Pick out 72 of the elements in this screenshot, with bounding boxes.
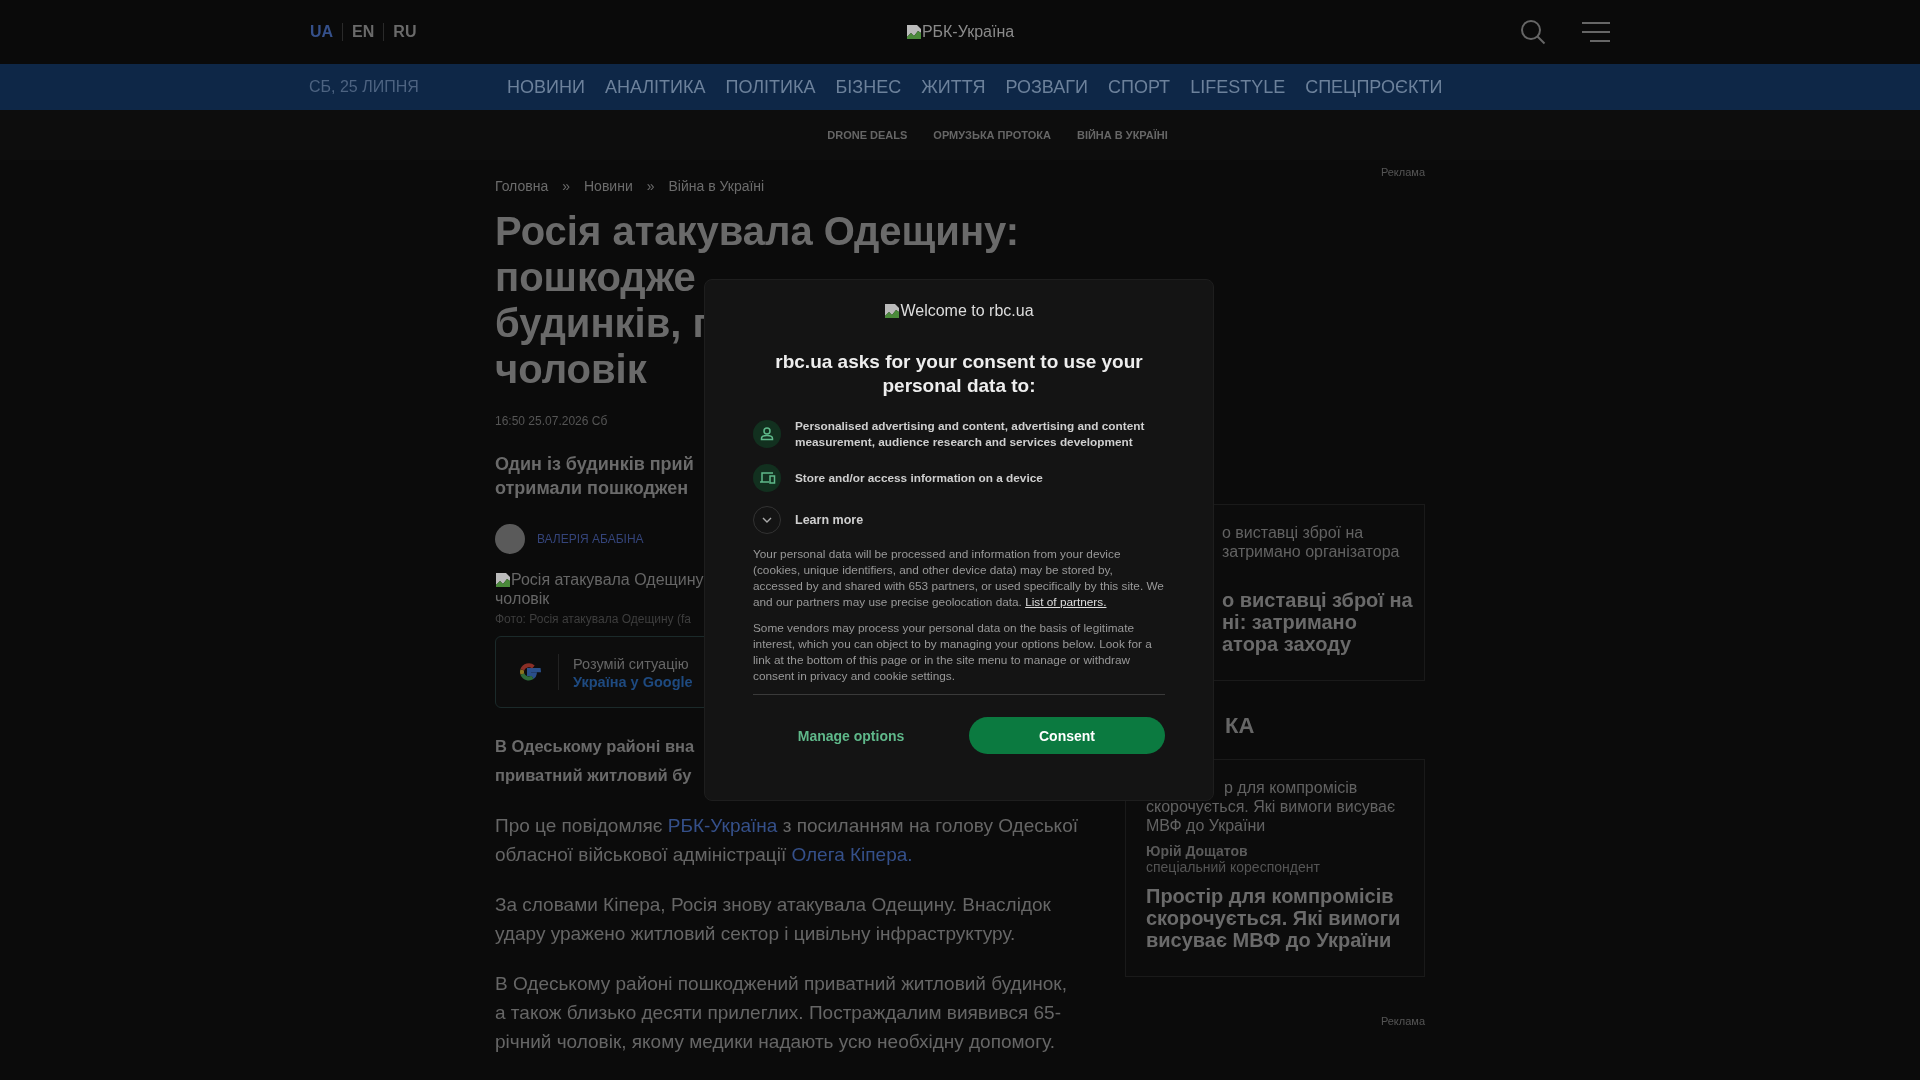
ad-label: Реклама xyxy=(1379,1015,1425,1027)
breadcrumb-separator: » xyxy=(562,178,570,194)
section-title: КА xyxy=(1225,713,1255,739)
broken-image-icon xyxy=(905,24,922,40)
topic-link[interactable]: ВІЙНА В УКРАЇНІ xyxy=(1076,129,1168,141)
article-title-line: пошкодже xyxy=(495,254,696,300)
inline-link[interactable]: РБК-Україна xyxy=(667,815,778,836)
nav-link[interactable]: ПОЛІТИКА xyxy=(725,76,816,98)
topic-link[interactable]: ОРМУЗЬКА ПРОТОКА xyxy=(933,129,1051,141)
author-role: спеціальний кореспондент xyxy=(1146,859,1321,875)
partners-link[interactable]: List of partners. xyxy=(1025,595,1107,609)
manage-options-button[interactable]: Manage options xyxy=(753,717,949,754)
author-link[interactable]: ВАЛЕРІЯ АБАБІНА xyxy=(537,532,644,546)
nav-link[interactable]: LIFESTYLE xyxy=(1190,76,1286,98)
card-summary-line: МВФ до України xyxy=(1146,816,1267,835)
promo-link[interactable]: Україна у Google xyxy=(573,673,693,690)
logo-alt-text: Welcome to rbc.ua xyxy=(900,302,1034,320)
learn-more-toggle[interactable]: Learn more xyxy=(753,506,864,534)
purpose-text: Store and/or access information on a device xyxy=(795,470,1043,486)
card-summary-line: р для компромісів xyxy=(1224,778,1358,797)
breadcrumb-link[interactable]: Новини xyxy=(584,178,633,194)
image-alt-text: чоловік xyxy=(495,589,550,608)
card-summary-line: о виставці зброї на xyxy=(1222,523,1364,542)
current-date: СБ, 25 ЛИПНЯ xyxy=(309,78,420,96)
bold-paragraph-line: В Одеському районі вна xyxy=(495,736,695,757)
bold-paragraph-line: приватний житловий бу xyxy=(495,765,692,786)
card-summary-line: затримано організатора xyxy=(1222,542,1400,561)
person-icon xyxy=(753,420,781,448)
card-title: Простір для компромісів скорочується. Які вимоги висуває МВФ до України xyxy=(1146,885,1402,951)
article-paragraph: За словами Кіпера, Росія знову атакувала Одещину. Внаслідок удару уражено житловий сектор і цивільну інфраструктуру. xyxy=(495,893,1052,946)
broken-image-icon xyxy=(495,571,511,588)
nav-link[interactable]: БІЗНЕС xyxy=(835,76,902,98)
author-name: Юрій Дощатов xyxy=(1146,843,1249,859)
nav-link[interactable]: НОВИНИ xyxy=(507,76,585,98)
promo-text: Розумій ситуацію xyxy=(573,654,689,674)
language-link[interactable]: UA xyxy=(310,23,343,41)
lead-text-line: Один із будинків прий xyxy=(495,453,694,476)
consent-button[interactable]: Consent xyxy=(969,717,1165,754)
article-title-line: Росія атакувала Одещину: xyxy=(495,208,1020,254)
card-summary-line: скорочується. Які вимоги висуває xyxy=(1146,797,1397,816)
image-alt-text: Росія атакувала Одещину xyxy=(511,570,704,589)
opinion-card[interactable]: р для компромісів скорочується. Які вимоги висуває МВФ до України Юрій Дощатов спеціальний кореспондент Простір для компромісів скорочується. Які вимоги висуває МВФ до України xyxy=(1125,759,1425,977)
card-title-line: о виставці зброї на xyxy=(1222,589,1413,611)
nav-link[interactable]: СПЕЦПРОЄКТИ xyxy=(1305,76,1443,98)
language-link[interactable]: RU xyxy=(383,23,426,41)
chevron-icon xyxy=(753,506,781,534)
article-paragraph: В Одеському районі пошкоджений приватний житловий будинок, а також близько десяти прилеглих. Постраждалим виявився 65-річний чоловік, якому медики надають усю необхідну допомогу. xyxy=(495,972,1068,1054)
lead-text-line: отримали пошкоджен xyxy=(495,477,689,500)
breadcrumb-link[interactable]: Головна xyxy=(495,178,549,194)
search-icon[interactable] xyxy=(1520,19,1546,45)
breadcrumb-separator: » xyxy=(646,178,655,194)
ad-label: Реклама xyxy=(1379,166,1425,178)
menu-icon[interactable] xyxy=(1582,22,1610,42)
breadcrumb-link[interactable]: Війна в Україні xyxy=(668,178,765,194)
nav-link[interactable]: РОЗВАГИ xyxy=(1005,76,1088,98)
language-link[interactable]: EN xyxy=(342,23,384,41)
logo-alt-text[interactable]: РБК-Україна xyxy=(921,23,1015,41)
purpose-text: Personalised advertising and content, advertising and content measurement, audience research and services development xyxy=(795,418,1146,450)
inline-link[interactable]: Олега Кіпера. xyxy=(791,844,913,865)
nav-link[interactable]: СПОРТ xyxy=(1108,76,1171,98)
nav-link[interactable]: ЖИТТЯ xyxy=(921,76,986,98)
publish-date: 16:50 25.07.2026 Сб xyxy=(495,414,608,428)
article-title-line: чоловік xyxy=(495,346,647,392)
author-avatar xyxy=(495,524,525,554)
dialog-heading: rbc.ua asks for your consent to use your personal data to: xyxy=(774,350,1144,398)
topic-link[interactable]: DRONE DEALS xyxy=(827,129,908,141)
article-paragraph: Про це повідомляє РБК-Україна з посиланням на голову Одеської обласної військової адміністрації Олега Кіпера. xyxy=(495,814,1079,867)
card-title-line: атора заходу xyxy=(1222,633,1352,655)
nav-link[interactable]: АНАЛІТИКА xyxy=(604,76,706,98)
card-title-line: ні: затримано xyxy=(1222,611,1357,633)
broken-image-icon xyxy=(884,303,901,319)
devices-icon xyxy=(753,464,781,492)
